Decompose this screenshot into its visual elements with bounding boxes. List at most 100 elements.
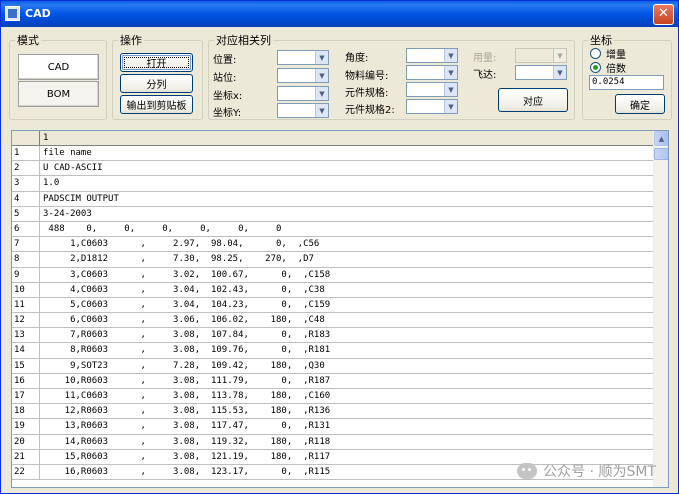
row-number[interactable]: 14 [12,343,40,358]
table-row[interactable]: 4 PADSCIM OUTPUT [12,191,654,207]
row-cell[interactable]: 9,SOT23 , 7.28, 109.42, 180, ,Q30 [40,359,325,373]
table-row[interactable]: 12 6,C0603 , 3.06, 106.02, 180, ,C48 [12,313,654,329]
row-number[interactable]: 5 [12,206,40,221]
match-button[interactable]: 对应 [498,88,568,112]
station-combo[interactable]: ▼ [277,68,329,83]
open-button[interactable]: 打开 [120,53,193,72]
row-cell[interactable]: 1.0 [40,176,59,190]
row-cell[interactable]: PADSCIM OUTPUT [40,192,119,206]
multiplier-input[interactable]: 0.0254 [589,75,664,90]
grid-column-header[interactable]: 1 [40,131,48,145]
row-cell[interactable]: 3,C0603 , 3.02, 100.67, 0, ,C158 [40,268,330,282]
table-row[interactable]: 1 file name [12,146,654,162]
row-number[interactable]: 7 [12,237,40,252]
row-cell[interactable]: 1,C0603 , 2.97, 98.04, 0, ,C56 [40,237,319,251]
chevron-down-icon[interactable]: ▼ [553,66,566,79]
row-number[interactable]: 21 [12,449,40,464]
row-number[interactable]: 4 [12,191,40,206]
vertical-scrollbar[interactable]: ▲ [653,131,668,487]
multiple-radio[interactable]: 倍数 [590,60,626,75]
row-number[interactable]: 2 [12,161,40,176]
feeder-combo[interactable]: ▼ [515,65,567,80]
row-number[interactable]: 22 [12,464,40,480]
table-row[interactable]: 9 3,C0603 , 3.02, 100.67, 0, ,C158 [12,267,654,283]
row-cell[interactable]: 12,R0603 , 3.08, 115.53, 180, ,R136 [40,404,331,418]
row-number[interactable]: 9 [12,267,40,282]
row-cell[interactable]: 7,R0603 , 3.08, 107.84, 0, ,R183 [40,328,330,342]
row-cell[interactable]: 8,R0603 , 3.08, 109.76, 0, ,R181 [40,343,330,357]
row-number[interactable]: 6 [12,221,40,237]
row-number[interactable]: 1 [12,146,40,161]
radio-off-icon[interactable] [590,48,601,59]
table-row[interactable]: 5 3-24-2003 [12,206,654,222]
export-clipboard-button[interactable]: 输出到剪贴板 [120,95,193,114]
coord-y-combo[interactable]: ▼ [277,103,329,118]
row-cell[interactable]: U CAD-ASCII [40,161,103,175]
table-row[interactable]: 20 14,R0603 , 3.08, 119.32, 180, ,R118 [12,434,654,450]
component-spec2-combo[interactable]: ▼ [406,99,458,114]
grid-corner[interactable] [12,131,40,146]
row-cell[interactable]: 6,C0603 , 3.06, 106.02, 180, ,C48 [40,313,325,327]
row-number[interactable]: 3 [12,176,40,191]
table-row[interactable]: 3 1.0 [12,176,654,192]
row-cell[interactable]: file name [40,146,92,160]
table-row[interactable]: 13 7,R0603 , 3.08, 107.84, 0, ,R183 [12,328,654,344]
row-number[interactable]: 17 [12,389,40,404]
row-number[interactable]: 13 [12,328,40,343]
row-cell[interactable]: 11,C0603 , 3.08, 113.78, 180, ,C160 [40,389,331,403]
chevron-down-icon[interactable]: ▼ [444,83,457,96]
chevron-down-icon[interactable]: ▼ [444,100,457,113]
table-row[interactable]: 7 1,C0603 , 2.97, 98.04, 0, ,C56 [12,237,654,253]
table-row[interactable]: 14 8,R0603 , 3.08, 109.76, 0, ,R181 [12,343,654,359]
confirm-button[interactable]: 确定 [615,94,665,114]
coord-x-combo[interactable]: ▼ [277,86,329,101]
chevron-down-icon[interactable]: ▼ [444,49,457,62]
chevron-down-icon[interactable]: ▼ [315,87,328,100]
split-button[interactable]: 分列 [120,74,193,93]
data-grid[interactable]: 1 1 file name 2 U CAD-ASCII 3 1.0 4 PADSCIM OUT… [11,130,669,488]
row-cell[interactable]: 16,R0603 , 3.08, 123.17, 0, ,R115 [40,465,331,479]
chevron-down-icon[interactable]: ▼ [444,66,457,79]
scroll-up-icon[interactable]: ▲ [654,131,668,146]
row-number[interactable]: 12 [12,313,40,328]
row-cell[interactable]: 4,C0603 , 3.04, 102.43, 0, ,C38 [40,283,325,297]
row-cell[interactable]: 10,R0603 , 3.08, 111.79, 0, ,R187 [40,374,331,388]
row-cell[interactable]: 3-24-2003 [40,207,92,221]
table-row[interactable]: 6 488 0, 0, 0, 0, 0, 0 [12,221,654,238]
bom-mode-button[interactable]: BOM [18,81,99,107]
row-cell[interactable]: 2,D1812 , 7.30, 98.25, 270, ,D7 [40,252,314,266]
table-row[interactable]: 11 5,C0603 , 3.04, 104.23, 0, ,C159 [12,297,654,314]
row-number[interactable]: 11 [12,297,40,313]
table-row[interactable]: 18 12,R0603 , 3.08, 115.53, 180, ,R136 [12,404,654,420]
table-row[interactable]: 10 4,C0603 , 3.04, 102.43, 0, ,C38 [12,282,654,298]
cad-mode-button[interactable]: CAD [18,54,99,80]
scroll-thumb[interactable] [654,148,668,160]
row-cell[interactable]: 5,C0603 , 3.04, 104.23, 0, ,C159 [40,298,330,312]
radio-on-icon[interactable] [590,62,601,73]
row-number[interactable]: 16 [12,373,40,388]
row-cell[interactable]: 13,R0603 , 3.08, 117.47, 0, ,R131 [40,419,331,433]
table-row[interactable]: 15 9,SOT23 , 7.28, 109.42, 180, ,Q30 [12,358,654,374]
chevron-down-icon[interactable]: ▼ [315,69,328,82]
chevron-down-icon[interactable]: ▼ [315,51,328,64]
row-number[interactable]: 10 [12,282,40,297]
row-number[interactable]: 18 [12,404,40,419]
row-number[interactable]: 20 [12,434,40,449]
row-cell[interactable]: 488 0, 0, 0, 0, 0, 0 [40,222,281,236]
table-row[interactable]: 8 2,D1812 , 7.30, 98.25, 270, ,D7 [12,252,654,268]
row-cell[interactable]: 15,R0603 , 3.08, 121.19, 180, ,R117 [40,450,331,464]
table-row[interactable]: 2U CAD-ASCII [12,161,654,177]
component-spec-combo[interactable]: ▼ [406,82,458,97]
increment-radio[interactable]: 增量 [590,46,626,61]
table-row[interactable]: 16 10,R0603 , 3.08, 111.79, 0, ,R187 [12,373,654,389]
angle-combo[interactable]: ▼ [406,48,458,63]
chevron-down-icon[interactable]: ▼ [315,104,328,117]
row-cell[interactable]: 14,R0603 , 3.08, 119.32, 180, ,R118 [40,435,331,449]
table-row[interactable]: 17 11,C0603 , 3.08, 113.78, 180, ,C160 [12,389,654,405]
row-number[interactable]: 8 [12,252,40,267]
close-button[interactable]: ✕ [653,4,674,25]
title-bar[interactable]: CAD ✕ [1,1,678,27]
position-combo[interactable]: ▼ [277,50,329,65]
material-number-combo[interactable]: ▼ [406,65,458,80]
table-row[interactable]: 19 13,R0603 , 3.08, 117.47, 0, ,R131 [12,419,654,435]
